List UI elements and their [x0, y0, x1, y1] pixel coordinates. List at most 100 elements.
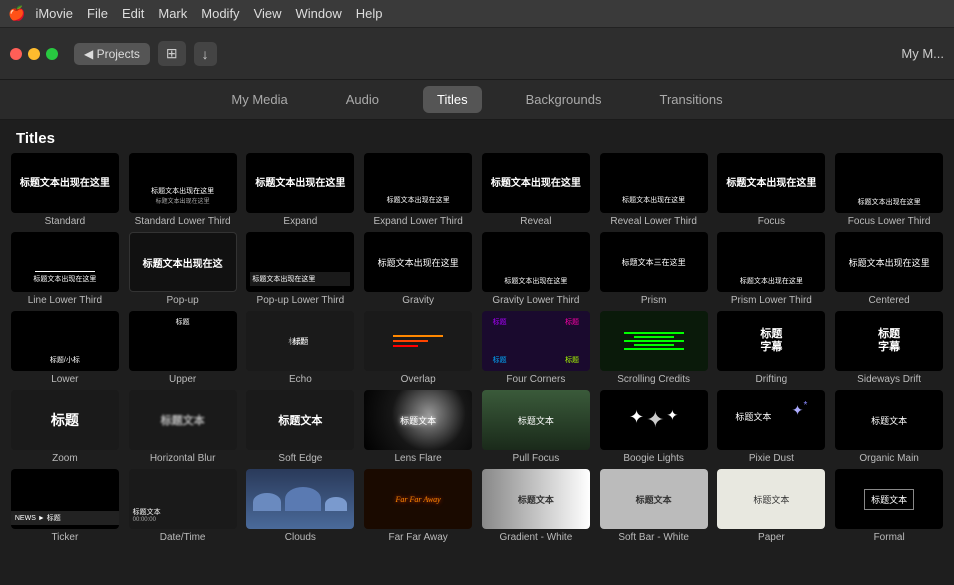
list-item[interactable]: 标题文本出现在这里 标题文本出现在这里 Standard Lower Third: [126, 153, 240, 228]
nav-tabs: My Media Audio Titles Backgrounds Transi…: [0, 80, 954, 120]
thumb-expand-lower-third: 标题文本出现在这里: [364, 153, 472, 213]
tab-audio[interactable]: Audio: [332, 86, 393, 113]
layout-icon[interactable]: ⊞: [158, 41, 186, 66]
list-item[interactable]: 标题 Zoom: [8, 390, 122, 465]
item-label: Prism Lower Third: [729, 295, 814, 307]
menu-file[interactable]: File: [87, 6, 108, 21]
thumb-ticker: NEWS ► 标题: [11, 469, 119, 529]
menu-imovie[interactable]: iMovie: [35, 6, 73, 21]
item-label: Upper: [167, 374, 198, 386]
item-label: Zoom: [50, 453, 80, 465]
list-item[interactable]: Overlap: [361, 311, 475, 386]
list-item[interactable]: 标题文本 ✦ · * Pixie Dust: [715, 390, 829, 465]
item-label: Gradient - White: [497, 532, 574, 544]
item-label: Paper: [756, 532, 787, 544]
thumb-focus-lower-third: 标题文本出现在这里: [835, 153, 943, 213]
item-label: Clouds: [283, 532, 318, 544]
item-label: Soft Bar - White: [616, 532, 691, 544]
list-item[interactable]: 标题文本出现在这里 Expand Lower Third: [361, 153, 475, 228]
item-label: Lens Flare: [393, 453, 444, 465]
item-label: Pull Focus: [511, 453, 562, 465]
section-title: Titles: [0, 120, 954, 153]
item-label: Standard: [43, 216, 88, 228]
tab-backgrounds[interactable]: Backgrounds: [512, 86, 616, 113]
item-label: Date/Time: [158, 532, 208, 544]
thumb-formal: 标题文本: [835, 469, 943, 529]
menu-window[interactable]: Window: [296, 6, 342, 21]
menu-modify[interactable]: Modify: [201, 6, 239, 21]
thumb-focus: 标题文本出现在这里: [717, 153, 825, 213]
list-item[interactable]: 标题文本 Gradient - White: [479, 469, 593, 544]
list-item[interactable]: NEWS ► 标题 Ticker: [8, 469, 122, 544]
close-button[interactable]: [10, 48, 22, 60]
thumb-drifting: 标题字幕: [717, 311, 825, 371]
menu-view[interactable]: View: [254, 6, 282, 21]
list-item[interactable]: 标题/小标 Lower: [8, 311, 122, 386]
minimize-button[interactable]: [28, 48, 40, 60]
download-icon[interactable]: ↓: [194, 42, 217, 66]
list-item[interactable]: 标题文本出现在这里 Line Lower Third: [8, 232, 122, 307]
list-item[interactable]: 标题文本 Pull Focus: [479, 390, 593, 465]
list-item[interactable]: 标题文本出现在这里 Gravity: [361, 232, 475, 307]
list-item[interactable]: 标题文本 Soft Bar - White: [597, 469, 711, 544]
list-item[interactable]: Clouds: [244, 469, 358, 544]
list-item[interactable]: 标题文本 Paper: [715, 469, 829, 544]
item-label: Formal: [872, 532, 907, 544]
list-item[interactable]: Scrolling Credits: [597, 311, 711, 386]
item-label: Pixie Dust: [747, 453, 796, 465]
item-label: Reveal Lower Third: [608, 216, 699, 228]
thumb-sideways-drift: 标题字幕: [835, 311, 943, 371]
projects-button[interactable]: ◀ Projects: [74, 43, 150, 65]
list-item[interactable]: 标题文本出现在这里 Centered: [832, 232, 946, 307]
list-item[interactable]: 标题文本出现在这里 Focus: [715, 153, 829, 228]
list-item[interactable]: 标题文本出现在这里 Expand: [244, 153, 358, 228]
tab-my-media[interactable]: My Media: [217, 86, 301, 113]
list-item[interactable]: 标题文本出现在这里 Gravity Lower Third: [479, 232, 593, 307]
list-item[interactable]: 标题文本出现在这里 Reveal: [479, 153, 593, 228]
fullscreen-button[interactable]: [46, 48, 58, 60]
list-item[interactable]: 标题文本 Horizontal Blur: [126, 390, 240, 465]
menu-edit[interactable]: Edit: [122, 6, 144, 21]
list-item[interactable]: 标题字幕 Drifting: [715, 311, 829, 386]
item-label: Focus Lower Third: [846, 216, 933, 228]
thumb-upper: 标题: [129, 311, 237, 371]
thumb-overlap: [364, 311, 472, 371]
list-item[interactable]: 标题文本 Lens Flare: [361, 390, 475, 465]
thumb-echo: 标题 标题: [246, 311, 354, 371]
menu-help[interactable]: Help: [356, 6, 383, 21]
item-label: Ticker: [49, 532, 80, 544]
thumb-pull-focus: 标题文本: [482, 390, 590, 450]
thumb-boogie-lights: ✦ ✦ ✦: [600, 390, 708, 450]
thumb-standard-lower-third: 标题文本出现在这里 标题文本出现在这里: [129, 153, 237, 213]
list-item[interactable]: 标题文本出现在这里 Reveal Lower Third: [597, 153, 711, 228]
list-item[interactable]: 标题文本出现在这里 Standard: [8, 153, 122, 228]
list-item[interactable]: ✦ ✦ ✦ Boogie Lights: [597, 390, 711, 465]
list-item[interactable]: 标题文本出现在这里 Prism Lower Third: [715, 232, 829, 307]
list-item[interactable]: 标题文本 00:00:00 Date/Time: [126, 469, 240, 544]
thumb-reveal: 标题文本出现在这里: [482, 153, 590, 213]
list-item[interactable]: Far Far Away Far Far Away: [361, 469, 475, 544]
item-label: Four Corners: [504, 374, 567, 386]
item-label: Expand Lower Third: [371, 216, 464, 228]
tab-titles[interactable]: Titles: [423, 86, 482, 113]
thumb-prism: 标题文本三在这里: [600, 232, 708, 292]
thumb-popup: 标题文本出现在这: [129, 232, 237, 292]
list-item[interactable]: 标题文本三在这里 Prism: [597, 232, 711, 307]
thumb-gravity-lower-third: 标题文本出现在这里: [482, 232, 590, 292]
list-item[interactable]: 标题 标题 标题 标题 Four Corners: [479, 311, 593, 386]
list-item[interactable]: 标题文本出现在这里 Pop-up Lower Third: [244, 232, 358, 307]
list-item[interactable]: 标题文本 Soft Edge: [244, 390, 358, 465]
list-item[interactable]: 标题文本出现在这 Pop-up: [126, 232, 240, 307]
menu-mark[interactable]: Mark: [158, 6, 187, 21]
list-item[interactable]: 标题文本出现在这里 Focus Lower Third: [832, 153, 946, 228]
list-item[interactable]: 标题文本 Organic Main: [832, 390, 946, 465]
list-item[interactable]: 标题 Upper: [126, 311, 240, 386]
titles-grid-inner: 标题文本出现在这里 Standard 标题文本出现在这里 标题文本出现在这里 S…: [8, 153, 946, 544]
list-item[interactable]: 标题字幕 Sideways Drift: [832, 311, 946, 386]
item-label: Centered: [867, 295, 912, 307]
list-item[interactable]: 标题 标题 Echo: [244, 311, 358, 386]
tab-transitions[interactable]: Transitions: [645, 86, 736, 113]
list-item[interactable]: 标题文本 Formal: [832, 469, 946, 544]
titles-grid: 标题文本出现在这里 Standard 标题文本出现在这里 标题文本出现在这里 S…: [0, 153, 954, 580]
item-label: Gravity: [400, 295, 436, 307]
